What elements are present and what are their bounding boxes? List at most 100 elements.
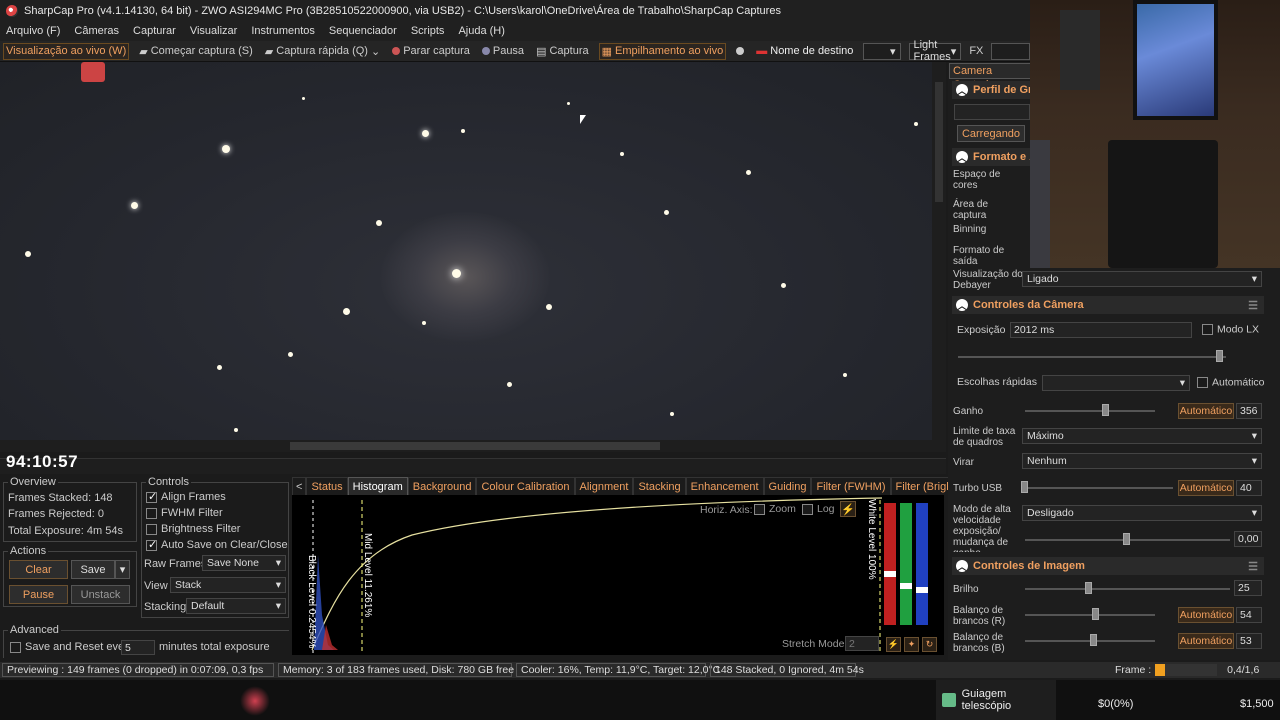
- lx-mode-checkbox[interactable]: Modo LX: [1202, 324, 1259, 335]
- menu-view[interactable]: Visualizar: [190, 25, 238, 37]
- auto-stretch-icon[interactable]: ⚡: [840, 501, 856, 517]
- tab-filter-fwhm[interactable]: Filter (FWHM): [811, 477, 891, 495]
- elapsed-timer: 94:10:57: [6, 452, 79, 471]
- wb-red-value-field[interactable]: 54: [1236, 607, 1262, 623]
- stop-capture-button[interactable]: Parar captura: [390, 43, 472, 60]
- stacking-select[interactable]: Default ▾: [186, 598, 286, 614]
- telescope-guide-taskbar-item[interactable]: Guiagem telescópio: [936, 680, 1056, 720]
- tab-histogram[interactable]: Histogram: [347, 477, 408, 495]
- quick-choices-select[interactable]: ▾: [1042, 375, 1190, 391]
- save-reset-checkbox[interactable]: Save and Reset every: [10, 641, 133, 653]
- high-speed-slider-thumb[interactable]: [1123, 533, 1130, 545]
- fx-select[interactable]: [991, 42, 1030, 60]
- tab-colour-calibration[interactable]: Colour Calibration: [476, 477, 575, 495]
- viewport-horizontal-scrollbar[interactable]: [0, 440, 946, 452]
- live-image-viewport[interactable]: [0, 62, 932, 440]
- tab-alignment[interactable]: Alignment: [574, 477, 634, 495]
- start-capture-button[interactable]: ▰ Começar captura (S): [137, 43, 255, 60]
- sparkle-icon[interactable]: ✦: [904, 637, 919, 652]
- wb-blue-value-field[interactable]: 53: [1236, 633, 1262, 649]
- brightness-filter-checkbox[interactable]: Brightness Filter: [146, 523, 240, 535]
- usb-value-field[interactable]: 40: [1236, 480, 1262, 496]
- high-speed-value-field[interactable]: 0,00: [1234, 531, 1262, 547]
- camera-controls-section-header[interactable]: ︿ Controles da Câmera ☰: [952, 296, 1264, 314]
- frame-type-select[interactable]: Light Frames ▾: [908, 39, 962, 63]
- wb-blue-auto-button[interactable]: Automático: [1178, 633, 1234, 649]
- high-speed-select[interactable]: Desligado ▾: [1022, 505, 1262, 521]
- nebula-glow: [240, 686, 270, 716]
- flip-select[interactable]: Nenhum ▾: [1022, 453, 1262, 469]
- gain-slider-thumb[interactable]: [1102, 404, 1109, 416]
- zoom-label: Zoom: [769, 503, 796, 515]
- zoom-checkbox[interactable]: Zoom: [754, 503, 796, 515]
- destination-button[interactable]: ▬ Nome de destino: [754, 43, 855, 60]
- align-frames-checkbox[interactable]: Align Frames: [146, 490, 226, 503]
- menu-scripts[interactable]: Scripts: [411, 25, 445, 37]
- menu-file[interactable]: Arquivo (F): [6, 25, 60, 37]
- debayer-select[interactable]: Ligado ▾: [1022, 271, 1262, 287]
- usb-slider[interactable]: [1025, 487, 1173, 489]
- wb-blue-slider-thumb[interactable]: [1090, 634, 1097, 646]
- exposure-slider[interactable]: [958, 356, 1226, 358]
- tab-background[interactable]: Background: [407, 477, 477, 495]
- gain-slider[interactable]: [1025, 410, 1155, 412]
- loading-button[interactable]: Carregando: [957, 125, 1025, 142]
- lightning-icon[interactable]: ⚡: [886, 637, 901, 652]
- live-view-button[interactable]: Visualização ao vivo (W): [3, 42, 130, 60]
- tab-guiding[interactable]: Guiding: [763, 477, 812, 495]
- menu-sequencer[interactable]: Sequenciador: [329, 25, 397, 37]
- histogram-plot[interactable]: Black Level 0.2454% Mid Level 11.261% Wh…: [292, 495, 944, 655]
- brightness-value-field[interactable]: 25: [1234, 580, 1262, 596]
- brightness-slider[interactable]: [1025, 588, 1230, 590]
- tab-scroll-left[interactable]: <: [292, 477, 307, 495]
- save-button[interactable]: Save: [71, 560, 115, 579]
- pause-button[interactable]: Pausa: [480, 43, 526, 60]
- tab-enhancement[interactable]: Enhancement: [685, 477, 764, 495]
- save-dropdown-button[interactable]: ▾: [115, 560, 130, 579]
- capture-button[interactable]: ▤ Captura: [534, 43, 591, 60]
- tab-stacking[interactable]: Stacking: [633, 477, 686, 495]
- frame-rate-select[interactable]: Máximo ▾: [1022, 428, 1262, 444]
- menu-help[interactable]: Ajuda (H): [458, 25, 504, 37]
- red-channel-slider[interactable]: [884, 503, 896, 625]
- wb-red-auto-button[interactable]: Automático: [1178, 607, 1234, 623]
- stretch-mode-stepper[interactable]: 2: [845, 636, 879, 651]
- view-select[interactable]: Stack ▾: [170, 577, 286, 593]
- wb-red-slider-thumb[interactable]: [1092, 608, 1099, 620]
- reset-icon[interactable]: ↻: [922, 637, 937, 652]
- image-controls-section-header[interactable]: ︿ Controles de Imagem ☰: [952, 557, 1264, 575]
- raw-frames-select[interactable]: Save None ▾: [202, 555, 286, 571]
- usb-slider-thumb[interactable]: [1021, 481, 1028, 493]
- camera-controls-tab[interactable]: Camera Controls: [949, 63, 1033, 91]
- minutes-stepper[interactable]: 5: [121, 640, 155, 655]
- usb-auto-button[interactable]: Automático: [1178, 480, 1234, 496]
- wb-red-slider[interactable]: [1025, 614, 1155, 616]
- align-frames-label: Align Frames: [161, 491, 226, 503]
- record-button[interactable]: [734, 43, 746, 60]
- auto-save-checkbox[interactable]: Auto Save on Clear/Close: [146, 538, 288, 551]
- menu-cameras[interactable]: Câmeras: [74, 25, 119, 37]
- viewport-vertical-scrollbar[interactable]: [932, 62, 946, 452]
- profile-select[interactable]: [954, 104, 1030, 120]
- blue-channel-slider[interactable]: [916, 503, 928, 625]
- gain-auto-button[interactable]: Automático: [1178, 403, 1234, 419]
- fwhm-filter-checkbox[interactable]: FWHM Filter: [146, 507, 223, 519]
- exposure-slider-thumb[interactable]: [1216, 350, 1223, 362]
- unstack-button[interactable]: Unstack: [71, 585, 130, 604]
- tab-status[interactable]: Status: [306, 477, 348, 495]
- exposure-input[interactable]: 2012 ms: [1010, 322, 1192, 338]
- gain-value-field[interactable]: 356: [1236, 403, 1262, 419]
- start-capture-label: Começar captura (S): [150, 45, 253, 57]
- menu-capture[interactable]: Capturar: [133, 25, 176, 37]
- pause-stack-button[interactable]: Pause: [9, 585, 68, 604]
- quick-capture-button[interactable]: ▰ Captura rápida (Q) ⌄: [263, 43, 382, 60]
- live-stack-button[interactable]: ▦ Empilhamento ao vivo: [598, 42, 727, 60]
- clear-button[interactable]: Clear: [9, 560, 68, 579]
- capture-badge-icon: [81, 62, 105, 82]
- exposure-auto-checkbox[interactable]: Automático: [1197, 377, 1265, 388]
- destination-select[interactable]: ▾: [863, 42, 901, 60]
- brightness-slider-thumb[interactable]: [1085, 582, 1092, 594]
- log-checkbox[interactable]: Log: [802, 503, 835, 515]
- green-channel-slider[interactable]: [900, 503, 912, 625]
- menu-tools[interactable]: Instrumentos: [251, 25, 315, 37]
